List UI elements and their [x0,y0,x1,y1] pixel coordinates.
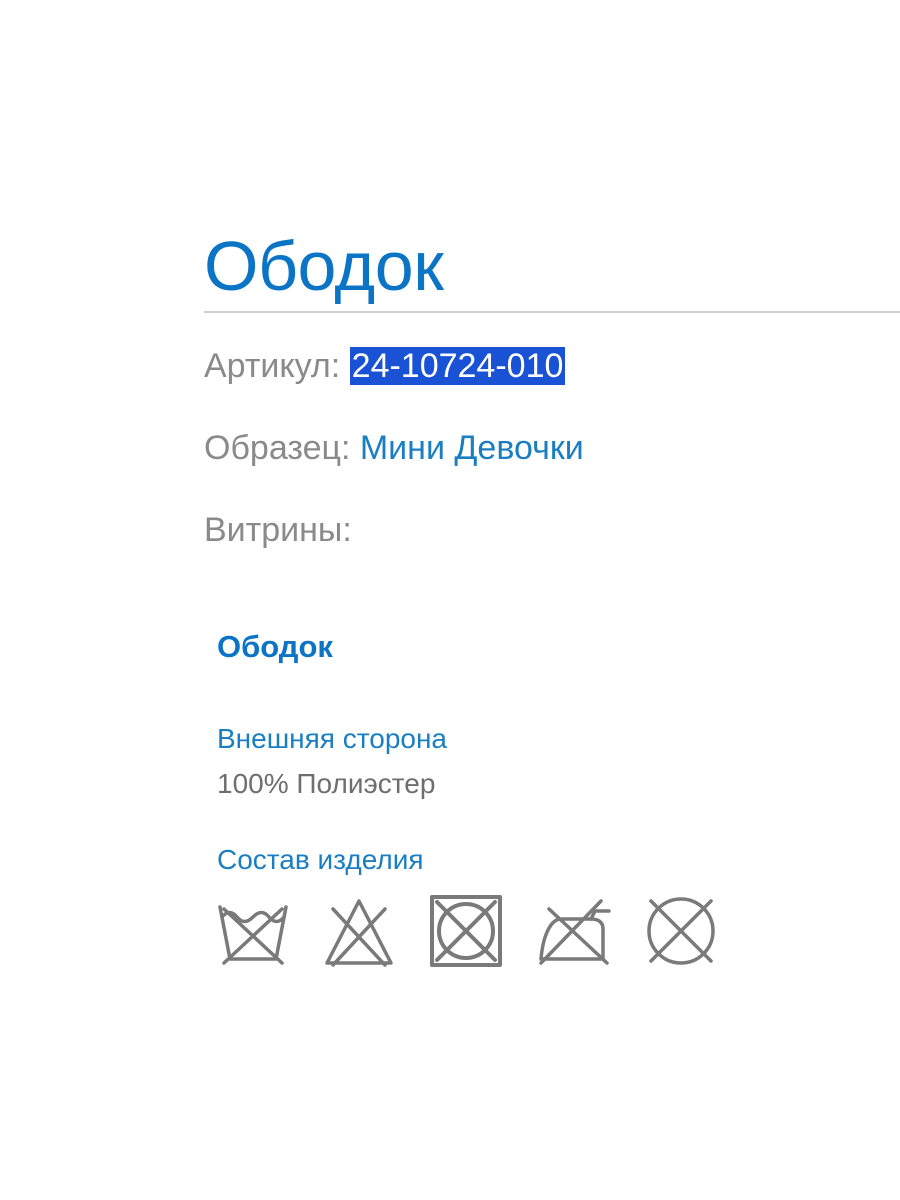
composition-label: Состав изделия [217,844,424,875]
sample-link[interactable]: Мини Девочки [360,429,584,467]
product-title: Ободок [204,227,444,305]
title-divider [204,311,900,313]
do-not-dry-clean-icon [643,893,719,969]
sample-row: Образец: Мини Девочки [204,426,584,470]
do-not-wash-icon [215,893,291,969]
outer-side-label: Внешняя сторона [217,723,448,754]
details-section-title: Ободок [217,629,333,664]
outer-side-value: 100% Полиэстер [217,768,436,799]
showcases-row: Витрины: [204,508,352,552]
do-not-iron-icon [537,893,613,969]
do-not-bleach-icon [321,893,397,969]
article-label: Артикул: [204,347,341,385]
care-icons-row [215,893,725,973]
article-row: Артикул: 24-10724-010 [204,344,566,388]
do-not-tumble-dry-icon [428,893,504,969]
sample-label: Образец: [204,429,351,467]
article-number[interactable]: 24-10724-010 [349,347,566,385]
showcases-label: Витрины: [204,511,352,549]
